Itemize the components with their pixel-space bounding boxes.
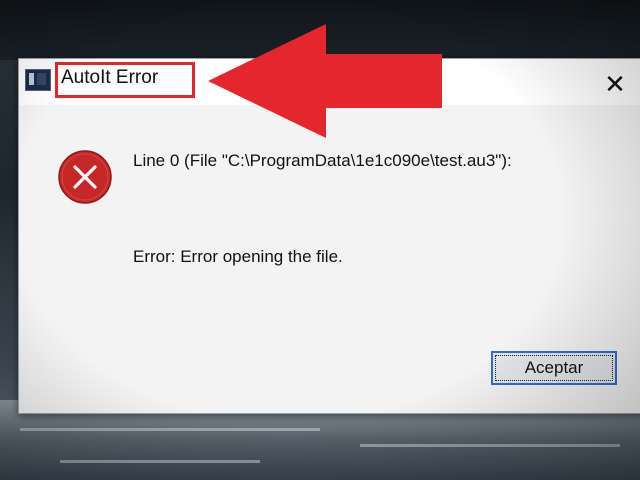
desktop-decoration: [60, 460, 260, 463]
red-arrow-annotation: [208, 24, 442, 138]
desktop-decoration: [20, 428, 320, 431]
aceptar-button[interactable]: Aceptar: [491, 351, 617, 385]
desktop-decoration: [360, 444, 620, 447]
error-location-text: Line 0 (File "C:\ProgramData\1e1c090e\te…: [133, 151, 512, 170]
autoit-app-icon: [25, 69, 51, 91]
screen-photo: AutoIt Error ✕ Line 0 (File "C:\ProgramD…: [0, 0, 640, 480]
error-message-text: Error: Error opening the file.: [133, 247, 343, 266]
close-button[interactable]: ✕: [601, 71, 629, 99]
error-icon: [58, 150, 112, 204]
window-title: AutoIt Error: [61, 67, 159, 88]
